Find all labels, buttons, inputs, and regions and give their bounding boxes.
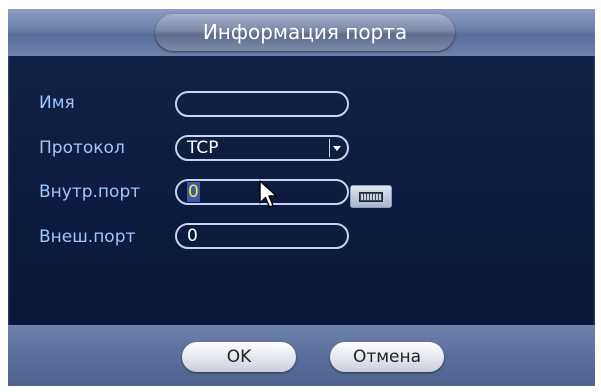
cancel-button[interactable]: Отмена [330,342,444,372]
dialog-title: Информация порта [155,14,455,51]
protocol-value: TCP [187,138,219,158]
dialog-footer: OK Отмена [8,325,595,386]
keyboard-icon[interactable] [350,185,392,208]
external-port-label: Внеш.порт [39,227,136,247]
protocol-label: Протокол [39,138,125,158]
protocol-select[interactable]: TCP [175,135,349,161]
internal-port-label: Внутр.порт [39,182,141,202]
external-port-value: 0 [187,226,198,246]
chevron-down-icon[interactable] [329,139,345,157]
port-info-dialog: Информация порта Имя Протокол TCP Внутр.… [8,9,595,386]
name-label: Имя [39,93,75,113]
internal-port-value: 0 [187,182,200,202]
keyboard-keys [359,192,383,202]
name-input[interactable] [175,91,349,117]
dialog-titlebar: Информация порта [8,9,595,56]
external-port-input[interactable]: 0 [175,223,349,249]
mouse-pointer-icon [259,180,278,208]
ok-button[interactable]: OK [182,342,296,372]
